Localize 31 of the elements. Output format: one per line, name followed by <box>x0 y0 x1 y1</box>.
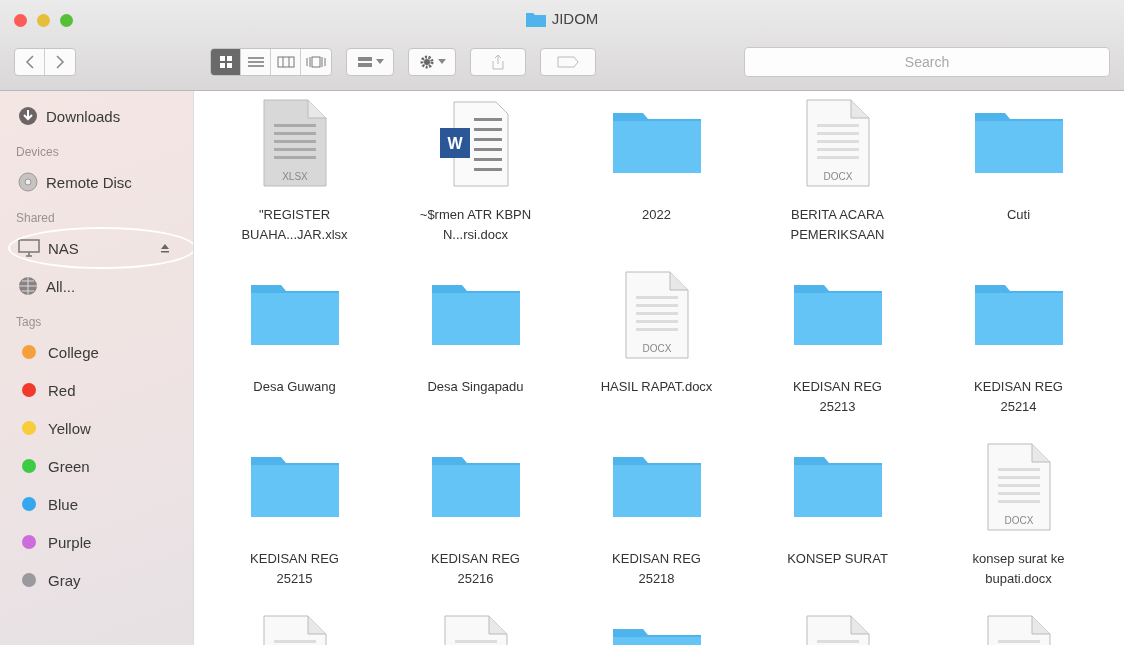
sidebar-item[interactable]: All... <box>46 277 76 295</box>
sidebar-item[interactable]: Remote Disc <box>46 173 132 191</box>
sidebar-item[interactable]: Yellow <box>48 419 91 437</box>
sidebar-section-header: Devices <box>16 145 60 159</box>
file-name[interactable]: Desa Guwang <box>230 377 359 397</box>
file-name[interactable]: "REGISTER BUAHA...JAR.xlsx <box>230 205 359 245</box>
sidebar-item[interactable]: Red <box>48 381 76 399</box>
file-name[interactable]: 2022 <box>592 205 721 225</box>
file-name[interactable]: Desa Singapadu <box>411 377 540 397</box>
sidebar-item[interactable]: College <box>48 343 99 361</box>
file-name[interactable]: Cuti <box>954 205 1083 225</box>
sidebar-item[interactable]: Green <box>48 457 90 475</box>
file-name[interactable]: KONSEP SURAT <box>773 549 902 569</box>
file-name[interactable]: ~$rmen ATR KBPN N...rsi.docx <box>411 205 540 245</box>
sidebar-item[interactable]: Downloads <box>46 107 121 125</box>
file-name[interactable]: KEDISAN REG 25214 <box>954 377 1083 417</box>
sidebar-item[interactable]: Purple <box>48 533 92 551</box>
window-title: JIDOM <box>551 10 599 27</box>
file-name[interactable]: BERITA ACARA PEMERIKSAAN <box>773 205 902 245</box>
sidebar-section-header: Shared <box>16 211 56 225</box>
sidebar-item[interactable]: Gray <box>48 571 81 589</box>
sidebar-item[interactable]: Blue <box>48 495 79 513</box>
sidebar-item[interactable]: NAS <box>48 239 79 257</box>
file-name[interactable]: KEDISAN REG 25215 <box>230 549 359 589</box>
file-name[interactable]: KEDISAN REG 25216 <box>411 549 540 589</box>
file-name[interactable]: KEDISAN REG 25218 <box>592 549 721 589</box>
search-field[interactable]: Search <box>744 47 1110 77</box>
sidebar-section-header: Tags <box>16 315 43 329</box>
file-name[interactable]: KEDISAN REG 25213 <box>773 377 902 417</box>
file-name[interactable]: konsep surat ke bupati.docx <box>954 549 1083 589</box>
file-name[interactable]: HASIL RAPAT.docx <box>592 377 721 397</box>
